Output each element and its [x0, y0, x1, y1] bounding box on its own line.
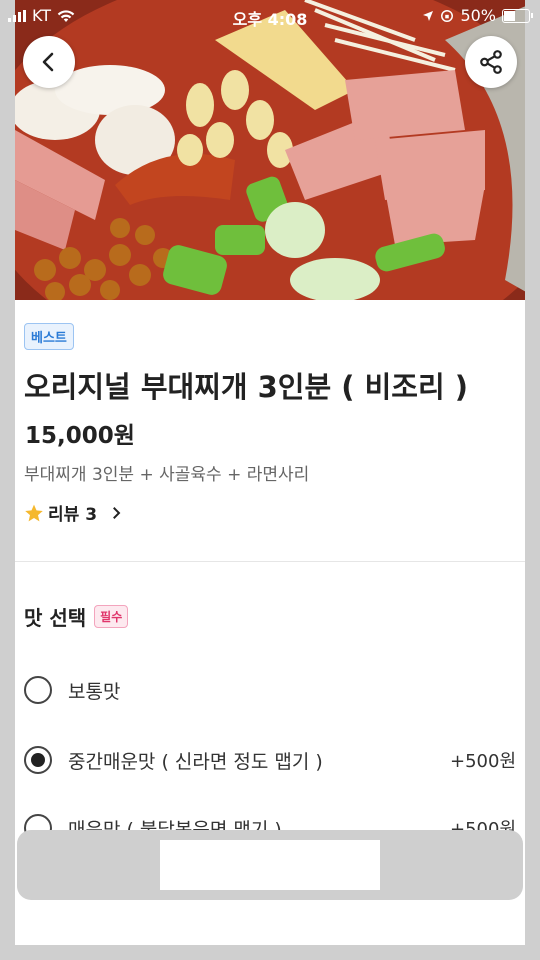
share-icon [480, 50, 502, 74]
star-icon [25, 504, 43, 521]
battery-fill [504, 10, 515, 21]
bottom-action-bar [17, 830, 523, 900]
product-image [15, 0, 525, 300]
required-badge: 필수 [94, 605, 129, 628]
option-item[interactable]: 보통맛 [24, 676, 516, 704]
best-badge: 베스트 [24, 323, 74, 350]
product-price: 15,000원 [25, 423, 135, 449]
option-label: 보통맛 [68, 680, 121, 703]
rotation-lock-icon [441, 9, 454, 22]
battery-percent: 50% [460, 6, 496, 25]
review-label: 리뷰 3 [48, 505, 98, 525]
order-button[interactable] [160, 840, 380, 890]
option-label: 중간매운맛 ( 신라면 정도 맵기 ) [68, 750, 323, 773]
back-button[interactable] [23, 36, 75, 88]
location-icon [423, 10, 434, 21]
chevron-left-icon [42, 52, 54, 72]
status-bar: KT 오후 4:08 50% [0, 0, 540, 30]
option-item[interactable]: 중간매운맛 ( 신라면 정도 맵기 ) +500원 [24, 746, 516, 774]
radio-button-selected[interactable] [24, 746, 52, 774]
options-title: 맛 선택 [24, 606, 87, 630]
battery-icon [502, 8, 533, 23]
product-detail-page: 베스트 오리지널 부대찌개 3인분 ( 비조리 ) 15,000원 부대찌개 3… [15, 0, 525, 945]
share-button[interactable] [465, 36, 517, 88]
product-description: 부대찌개 3인분 + 사골육수 + 라면사리 [24, 465, 310, 485]
chevron-right-icon [113, 506, 121, 519]
option-price: +500원 [450, 751, 516, 772]
divider [15, 561, 525, 562]
product-title: 오리지널 부대찌개 3인분 ( 비조리 ) [24, 370, 469, 404]
review-link[interactable]: 리뷰 3 [24, 500, 125, 525]
options-section-title: 맛 선택 필수 [24, 602, 129, 631]
radio-button[interactable] [24, 676, 52, 704]
